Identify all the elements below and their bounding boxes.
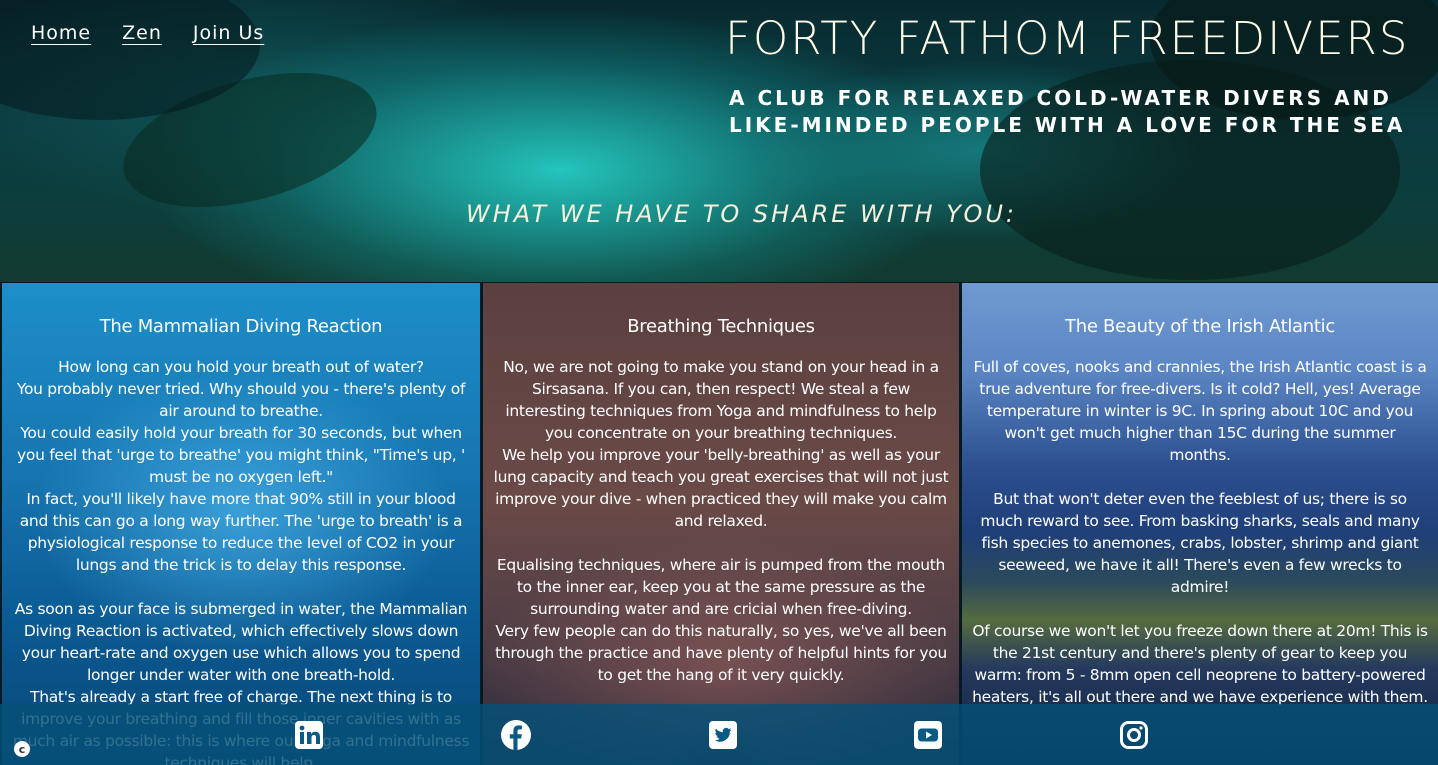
card-paragraph: How long can you hold your breath out of… [58, 358, 424, 376]
nav-zen-link[interactable]: Zen [122, 22, 162, 44]
card-body: Full of coves, nooks and crannies, the I… [962, 356, 1438, 708]
card-paragraph: We help you improve your 'belly-breathin… [493, 446, 949, 530]
card-title: Breathing Techniques [627, 316, 815, 337]
card-breathing-techniques: Breathing Techniques No, we are not goin… [483, 283, 959, 765]
card-title: The Mammalian Diving Reaction [99, 316, 383, 337]
card-paragraph: You could easily hold your breath for 30… [17, 424, 465, 486]
facebook-icon[interactable] [499, 718, 533, 752]
social-footer [0, 704, 1438, 765]
hero-banner: Home Zen Join Us FORTY FATHOM FREEDIVERS… [0, 0, 1438, 282]
main-nav: Home Zen Join Us [31, 22, 264, 44]
card-body: No, we are not going to make you stand o… [483, 356, 959, 686]
site-tagline: A CLUB FOR RELAXED COLD-WATER DIVERS AND… [729, 85, 1405, 139]
card-paragraph: Very few people can do this naturally, s… [495, 622, 947, 684]
card-irish-atlantic: The Beauty of the Irish Atlantic Full of… [962, 283, 1438, 765]
card-paragraph: But that won't deter even the feeblest o… [980, 490, 1420, 596]
card-paragraph: As soon as your face is submerged in wat… [14, 600, 468, 684]
instagram-icon[interactable] [1117, 718, 1151, 752]
card-paragraph: In fact, you'll likely have more that 90… [19, 490, 463, 574]
card-paragraph: Of course we won't let you freeze down t… [972, 622, 1428, 706]
nav-join-us-link[interactable]: Join Us [193, 22, 264, 44]
card-paragraph: No, we are not going to make you stand o… [503, 358, 939, 442]
twitter-icon[interactable] [706, 718, 740, 752]
card-paragraph: Equalising techniques, where air is pump… [496, 556, 946, 618]
card-paragraph: You probably never tried. Why should you… [16, 380, 466, 420]
card-title: The Beauty of the Irish Atlantic [1065, 316, 1335, 337]
linkedin-icon[interactable] [292, 718, 326, 752]
nav-home-link[interactable]: Home [31, 22, 91, 44]
tagline-line-2: LIKE-MINDED PEOPLE WITH A LOVE FOR THE S… [729, 113, 1406, 137]
card-mammalian-diving-reaction: The Mammalian Diving Reaction How long c… [2, 283, 480, 765]
youtube-icon[interactable] [911, 718, 945, 752]
tagline-line-1: A CLUB FOR RELAXED COLD-WATER DIVERS AND [729, 86, 1392, 110]
card-paragraph: Full of coves, nooks and crannies, the I… [973, 358, 1427, 464]
cookie-consent-icon[interactable]: c [14, 741, 30, 757]
share-heading: WHAT WE HAVE TO SHARE WITH YOU: [466, 200, 1018, 228]
site-title: FORTY FATHOM FREEDIVERS [725, 12, 1410, 65]
